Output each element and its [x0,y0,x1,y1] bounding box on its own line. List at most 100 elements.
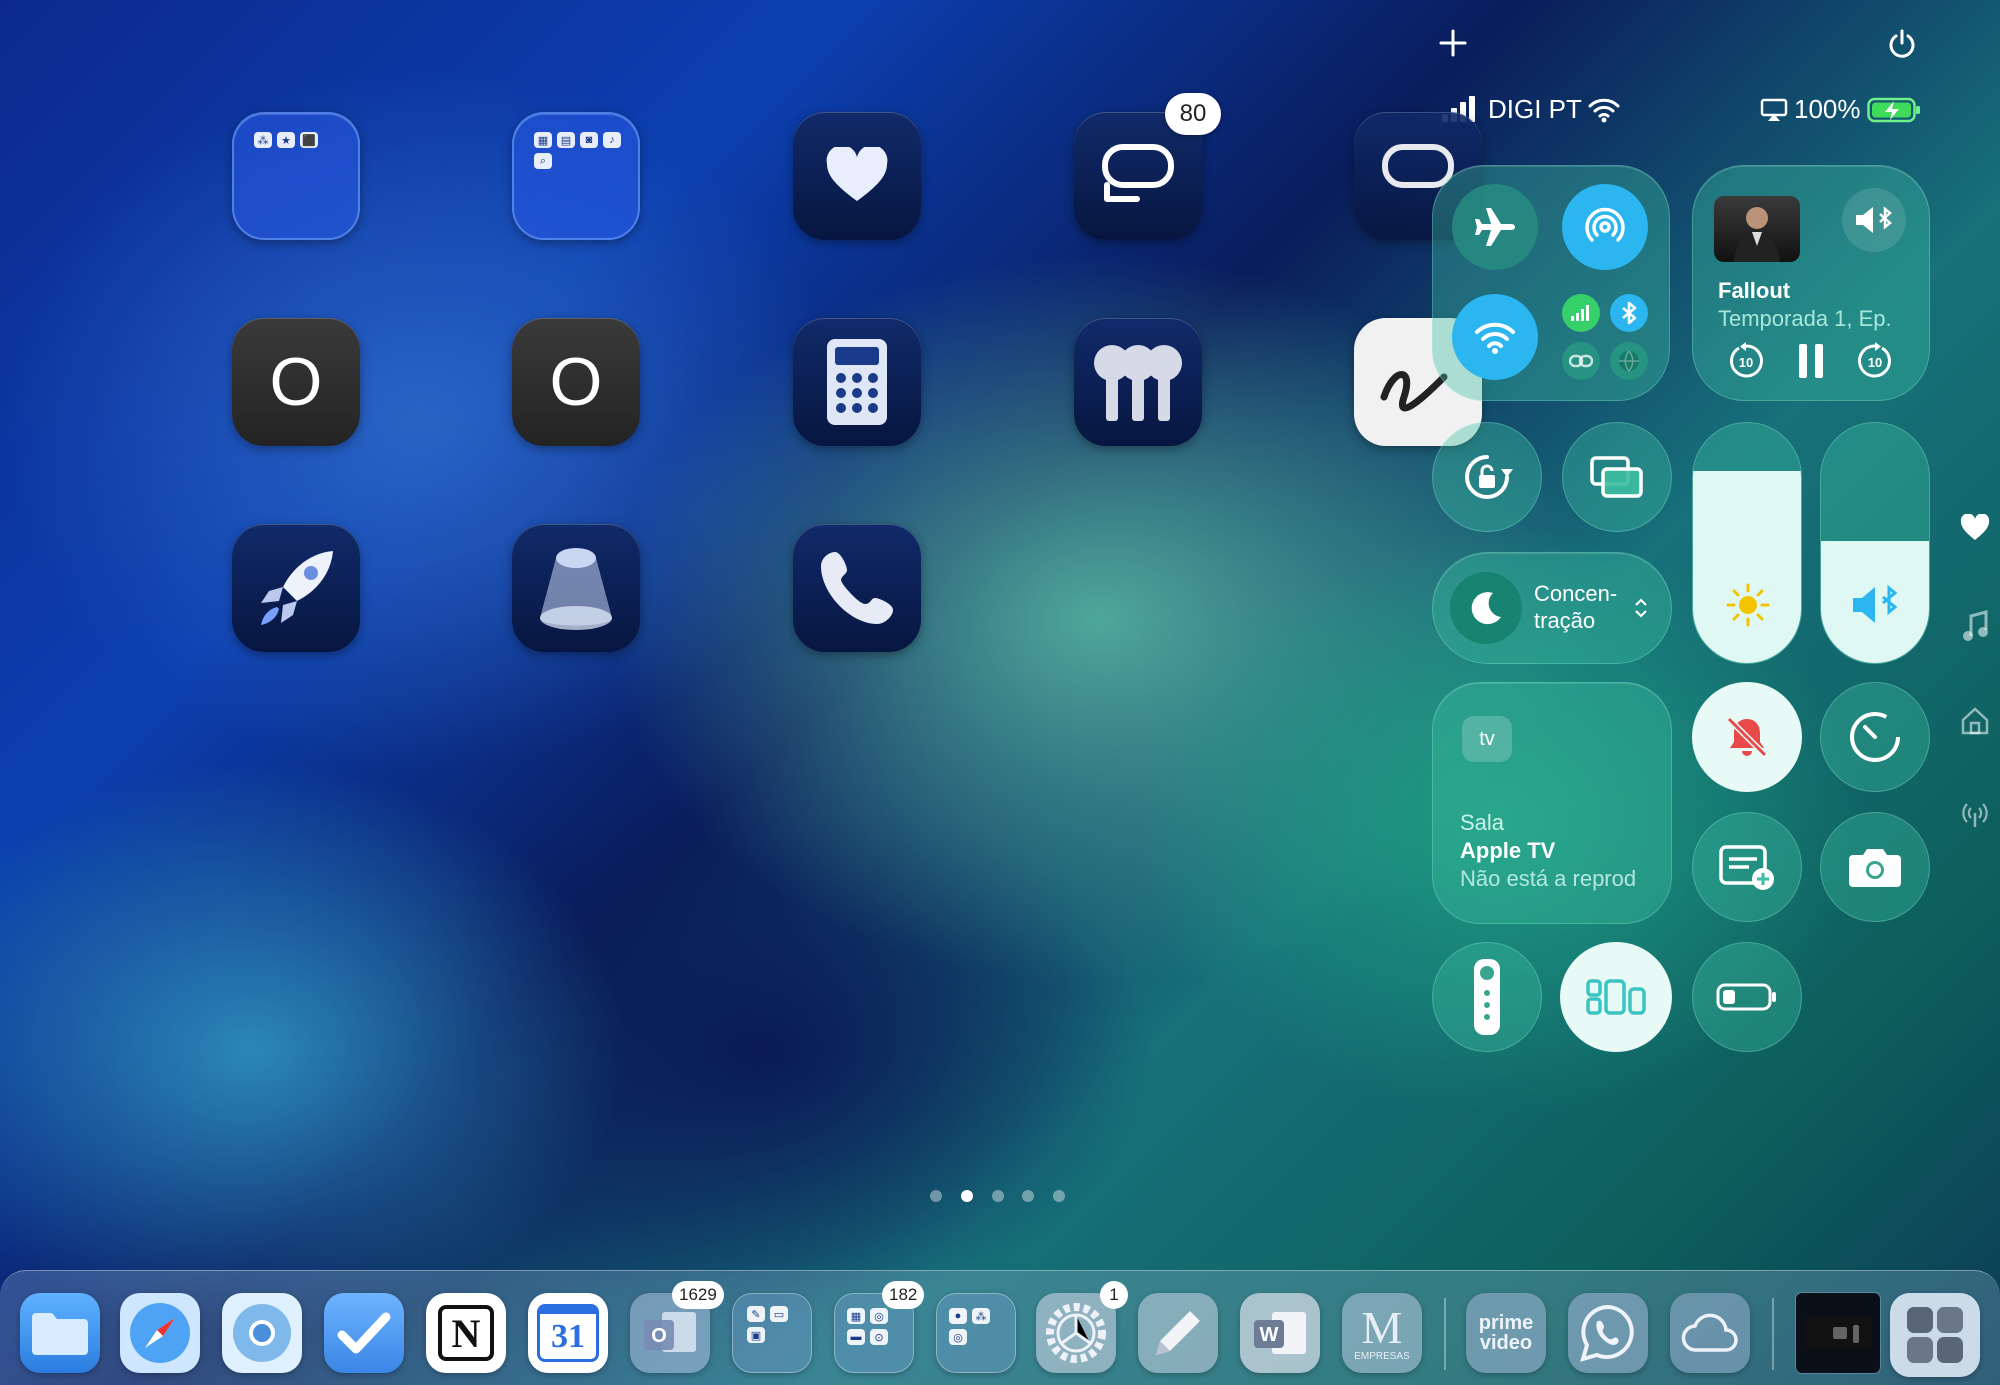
word-icon: W [1254,1312,1306,1354]
music-note-icon[interactable] [1962,610,1988,642]
vpn-toggle[interactable] [1610,342,1648,380]
brightness-slider[interactable] [1692,422,1802,664]
volume-slider[interactable] [1820,422,1930,664]
silent-mode-toggle[interactable] [1692,682,1802,792]
phone-app-icon[interactable] [793,524,921,652]
word-app-icon[interactable]: W [1240,1293,1320,1373]
airdrop-toggle[interactable] [1562,184,1648,270]
sun-icon [1726,583,1770,627]
airplane-mode-toggle[interactable] [1452,184,1538,270]
note-add-icon [1719,845,1774,890]
cloud-app-icon[interactable] [1670,1293,1750,1373]
passwords-app-icon[interactable] [1074,318,1202,446]
fallout-poster-image [1734,207,1780,262]
timer-icon [1850,712,1900,762]
power-button[interactable] [1886,28,1918,60]
prime-text: prime [1478,1312,1534,1334]
rotation-lock-icon [1465,455,1513,499]
chevron-updown-icon [1634,596,1648,625]
page-dot-4[interactable] [1022,1190,1034,1202]
calculator-app-icon[interactable] [793,318,921,446]
page-dot-1[interactable] [930,1190,942,1202]
apple-tv-device: Apple TV [1460,838,1556,863]
checkmark-icon [337,1312,391,1354]
audio-output-button[interactable] [1842,188,1906,252]
battery-percent: 100% [1794,94,1861,124]
o-letter: O [269,344,323,420]
health-app-icon[interactable] [793,112,921,240]
svg-text:10: 10 [1868,355,1882,370]
recent-app-preview[interactable] [1796,1293,1880,1373]
skip-forward-10-icon: 10 [1858,342,1891,378]
whatsapp-icon [1580,1304,1634,1362]
remote-icon [1474,959,1500,1035]
prime-video-app-icon[interactable]: prime video [1466,1293,1546,1373]
cellular-data-toggle[interactable] [1562,294,1600,332]
wifi-toggle[interactable] [1452,294,1538,380]
o-letter: O [549,344,603,420]
dock-divider-1 [1444,1298,1446,1370]
chrome-app-icon[interactable] [222,1293,302,1373]
apple-tv-remote-button[interactable] [1432,942,1542,1052]
magnifier-app-icon[interactable] [512,524,640,652]
svg-text:O: O [651,1325,667,1347]
stage-manager-toggle[interactable] [1560,942,1672,1052]
apple-tv-room: Sala [1460,810,1505,835]
quick-note-button[interactable] [1692,812,1802,922]
pause-button[interactable] [1795,342,1827,380]
screen-mirroring-button[interactable] [1562,422,1672,532]
files-app-icon[interactable] [20,1293,100,1373]
airdrop-icon [1585,207,1625,242]
compass-icon [130,1303,190,1363]
orientation-lock-button[interactable] [1432,422,1542,532]
chat-bubble-icon [1102,144,1174,202]
svg-text:W: W [1260,1324,1279,1346]
page-dot-5[interactable] [1053,1190,1065,1202]
skip-back-10-button[interactable]: 10 [1727,342,1765,380]
safari-app-icon[interactable] [120,1293,200,1373]
timer-button[interactable] [1820,682,1930,792]
page-dot-2-active[interactable] [961,1190,973,1202]
link-icon [1569,354,1593,368]
power-icon [1889,29,1915,58]
dock-folder-3[interactable]: ● ⁂ ◎ [936,1293,1016,1373]
add-control-button[interactable] [1438,28,1468,58]
app-folder-2[interactable]: ▦ ▤ ◙ ♪ ⌕ [512,112,640,240]
hotspot-toggle[interactable] [1562,342,1600,380]
dock-folder-1[interactable]: ✎ ▭ ▣ [732,1293,812,1373]
calendar-app-icon[interactable]: 31 [528,1293,608,1373]
loupe-icon [540,548,612,630]
moon-badge [1450,572,1522,644]
wifi-icon [1475,322,1515,354]
antenna-icon[interactable] [1960,800,1990,828]
keys-icon [1094,345,1182,421]
app-folder-1[interactable]: ⁂ ★ ⬛ [232,112,360,240]
camera-button[interactable] [1820,812,1930,922]
skip-forward-10-button[interactable]: 10 [1856,342,1894,380]
app-library-grid-icon [1907,1307,1963,1363]
o-app-icon-2[interactable]: O [512,318,640,446]
notion-app-icon[interactable]: N [426,1293,506,1373]
battery-charging-icon [1866,97,1920,122]
pencil-app-icon[interactable] [1138,1293,1218,1373]
status-right: 100% [1760,94,1921,125]
launchpad-app-icon[interactable] [232,524,360,652]
wifi-icon [1588,98,1620,122]
focus-label-1: Concen- [1534,581,1618,606]
bluetooth-toggle[interactable] [1610,294,1648,332]
home-icon[interactable] [1960,706,1990,736]
mercadona-app-icon[interactable]: M EMPRESAS [1342,1293,1422,1373]
moon-icon [1471,592,1501,625]
low-power-mode-button[interactable] [1692,942,1802,1052]
brightness-fill [1693,471,1801,663]
whatsapp-app-icon[interactable] [1568,1293,1648,1373]
calculator-icon [827,339,887,425]
calendar-day: 31 [551,1317,585,1355]
plus-icon [1439,29,1467,57]
favorites-heart-icon[interactable] [1960,514,1990,542]
tasks-app-icon[interactable] [324,1293,404,1373]
o-app-icon-1[interactable]: O [232,318,360,446]
app-library-icon[interactable] [1890,1293,1980,1377]
page-dot-3[interactable] [992,1190,1004,1202]
pause-icon [1799,344,1823,378]
